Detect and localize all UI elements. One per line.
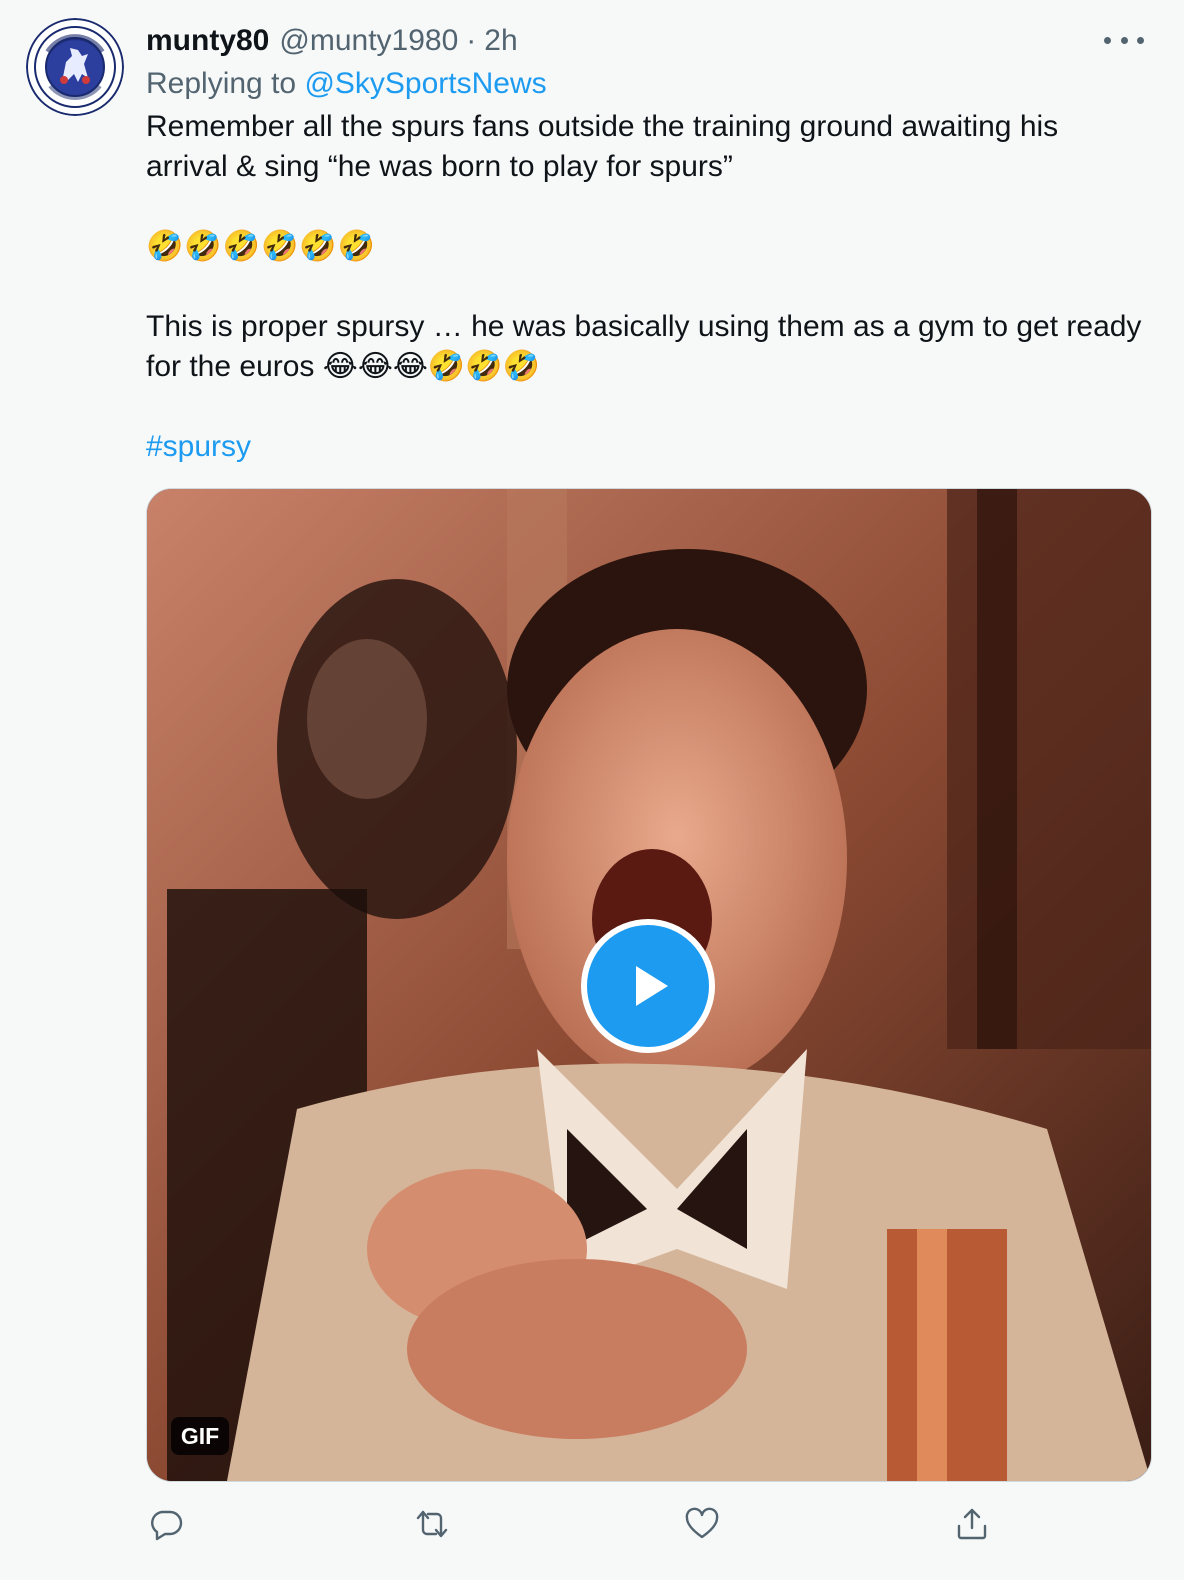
dot-icon — [1104, 36, 1111, 44]
reply-glyph-icon — [151, 1510, 183, 1541]
dot-icon — [1137, 36, 1144, 44]
user-handle[interactable]: @munty1980 — [279, 22, 458, 60]
display-name[interactable]: munty80 — [146, 22, 269, 60]
timestamp[interactable]: 2h — [484, 22, 517, 60]
heart-icon — [685, 1507, 719, 1539]
tweet-text: Remember all the spurs fans outside the … — [146, 107, 1146, 467]
play-icon — [636, 966, 668, 1006]
chelsea-crest-icon — [26, 18, 124, 116]
gif-badge: GIF — [171, 1417, 229, 1455]
separator-dot: · — [466, 24, 477, 57]
tweet-actions — [146, 1504, 1006, 1548]
more-options-icon[interactable] — [1104, 30, 1144, 50]
tweet-paragraph-2: This is proper spursy … he was basically… — [146, 310, 1142, 383]
reply-target-link[interactable]: @SkySportsNews — [304, 67, 546, 100]
retweet-icon[interactable] — [412, 1504, 452, 1544]
gif-media[interactable]: GIF — [146, 488, 1152, 1482]
play-button[interactable] — [581, 919, 715, 1053]
replying-to: Replying to @SkySportsNews — [146, 64, 547, 104]
tweet-emojis: 🤣🤣🤣🤣🤣🤣 — [146, 229, 377, 264]
share-glyph-icon — [957, 1508, 987, 1540]
avatar[interactable] — [26, 18, 124, 116]
dot-icon — [1120, 36, 1128, 44]
reply-icon[interactable] — [146, 1504, 186, 1544]
retweet-glyph-icon — [416, 1510, 448, 1538]
tweet-paragraph-1: Remember all the spurs fans outside the … — [146, 110, 1059, 183]
replying-label: Replying to — [146, 67, 297, 100]
hashtag-link[interactable]: #spursy — [146, 427, 1146, 467]
tweet[interactable]: munty80 @munty1980 · 2h Replying to @Sky… — [0, 0, 1184, 1580]
tweet-header: munty80 @munty1980 · 2h — [146, 22, 518, 60]
share-icon[interactable] — [952, 1504, 992, 1544]
like-icon[interactable] — [682, 1504, 722, 1544]
